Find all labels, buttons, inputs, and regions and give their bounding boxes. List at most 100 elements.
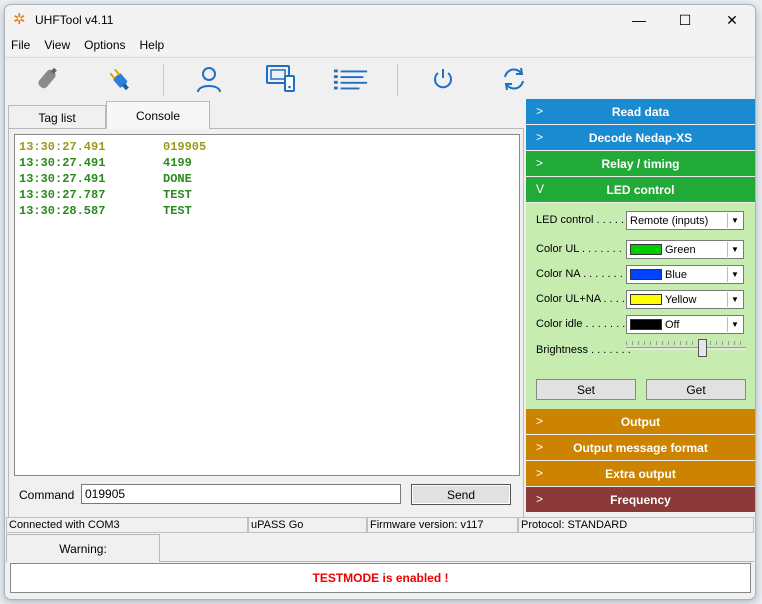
section-label: Output [620,414,661,429]
console-line: 13:30:28.587 TEST [19,203,515,219]
console-line: 13:30:27.491 DONE [19,171,515,187]
console-message: 4199 [163,156,192,170]
warning-tab-line [160,534,754,562]
console-message: TEST [163,188,192,202]
chevron-down-icon: ▼ [727,213,742,228]
chevron-down-icon: ▼ [727,317,742,332]
color-ul-select[interactable]: Green ▼ [626,240,744,259]
device-settings-icon[interactable] [263,62,299,96]
app-window: ✲ UHFTool v4.11 — ☐ ✕ File View Options … [4,4,756,600]
color-ul-label: Color UL . . . . . . . . [536,243,628,255]
chevron-right-icon: > [536,492,544,506]
tab-console[interactable]: Console [106,101,210,129]
connect-plug-icon[interactable] [101,62,137,96]
chevron-right-icon: > [536,440,544,454]
color-swatch [630,294,662,305]
section-label: Relay / timing [601,156,680,171]
chevron-right-icon: > [536,414,544,428]
section-label: Frequency [610,492,671,507]
led-control-label: LED control . . . . . [536,214,625,226]
slider-thumb[interactable] [698,339,707,357]
settings-panel: > Read data > Decode Nedap-XS > Relay / timin… [526,99,755,513]
toolbar-separator [397,64,398,96]
color-ulna-label: Color UL+NA . . . . . [536,293,632,305]
section-extra-output[interactable]: > Extra output [526,461,755,486]
console-timestamp: 13:30:27.491 [19,140,106,154]
led-control-select[interactable]: Remote (inputs) ▼ [626,211,744,230]
console-timestamp: 13:30:27.491 [19,156,106,170]
chevron-right-icon: > [536,156,544,170]
slider-track [626,347,746,350]
color-ulna-value: Yellow [665,293,697,306]
chevron-right-icon: > [536,104,544,118]
section-label: LED control [606,182,675,197]
section-label: Output message format [573,440,708,455]
set-button[interactable]: Set [536,379,636,400]
console-frame: 13:30:27.491 019905 13:30:27.491 4199 13:30:… [8,128,524,520]
section-frequency[interactable]: > Frequency [526,487,755,512]
get-button[interactable]: Get [646,379,746,400]
menu-options[interactable]: Options [78,38,133,52]
console-timestamp: 13:30:27.491 [19,172,106,186]
antenna-icon[interactable] [29,62,65,96]
warning-message: TESTMODE is enabled ! [10,563,751,593]
power-icon[interactable] [425,62,461,96]
section-decode-nedap-xs[interactable]: > Decode Nedap-XS [526,125,755,150]
section-led-control[interactable]: V LED control [526,177,755,202]
chevron-down-icon: ▼ [727,292,742,307]
chevron-down-icon: ▼ [727,242,742,257]
menu-file[interactable]: File [5,38,38,52]
send-button[interactable]: Send [411,484,511,505]
brightness-label: Brightness . . . . . . . [536,344,631,356]
console-line: 13:30:27.787 TEST [19,187,515,203]
color-ul-value: Green [665,243,696,256]
command-row: Command Send [9,484,521,508]
console-output[interactable]: 13:30:27.491 019905 13:30:27.491 4199 13:30:… [14,134,520,476]
chevron-right-icon: > [536,130,544,144]
status-protocol: Protocol: STANDARD [518,517,754,533]
chevron-down-icon: V [536,182,545,196]
refresh-icon[interactable] [496,62,532,96]
section-output[interactable]: > Output [526,409,755,434]
command-label: Command [19,488,75,502]
console-message: 019905 [163,140,207,154]
title-bar: ✲ UHFTool v4.11 — ☐ ✕ [5,5,755,35]
toolbar [5,57,755,99]
console-timestamp: 13:30:27.787 [19,188,106,202]
chevron-down-icon: ▼ [727,267,742,282]
brightness-slider[interactable] [626,339,746,359]
color-idle-value: Off [665,318,680,331]
slider-ticks [626,341,746,345]
console-line: 13:30:27.491 019905 [19,139,515,155]
section-read-data[interactable]: > Read data [526,99,755,124]
status-firmware: Firmware version: v117 [367,517,518,533]
status-bar: Connected with COM3 uPASS Go Firmware ve… [5,517,755,533]
maximize-button[interactable]: ☐ [662,5,708,35]
section-label: Read data [611,104,670,119]
close-button[interactable]: ✕ [709,5,755,35]
section-label: Extra output [605,466,676,481]
tab-warning[interactable]: Warning: [6,534,160,562]
console-message: DONE [163,172,192,186]
color-swatch [630,269,662,280]
color-idle-label: Color idle . . . . . . . [536,318,626,330]
menu-help[interactable]: Help [134,38,173,52]
menu-view[interactable]: View [38,38,78,52]
app-star-icon: ✲ [13,11,26,28]
minimize-button[interactable]: — [616,5,662,35]
user-icon[interactable] [191,62,227,96]
toolbar-separator [163,64,164,96]
led-control-body: LED control . . . . . Remote (inputs) ▼ … [526,203,755,409]
color-na-select[interactable]: Blue ▼ [626,265,744,284]
chevron-right-icon: > [536,466,544,480]
tab-tag-list[interactable]: Tag list [8,105,106,129]
section-output-message-format[interactable]: > Output message format [526,435,755,460]
section-relay-timing[interactable]: > Relay / timing [526,151,755,176]
color-idle-select[interactable]: Off ▼ [626,315,744,334]
color-ulna-select[interactable]: Yellow ▼ [626,290,744,309]
list-icon[interactable] [333,62,369,96]
menu-bar: File View Options Help [5,35,755,55]
console-message: TEST [163,204,192,218]
led-control-value: Remote (inputs) [630,214,709,227]
command-input[interactable] [81,484,401,504]
